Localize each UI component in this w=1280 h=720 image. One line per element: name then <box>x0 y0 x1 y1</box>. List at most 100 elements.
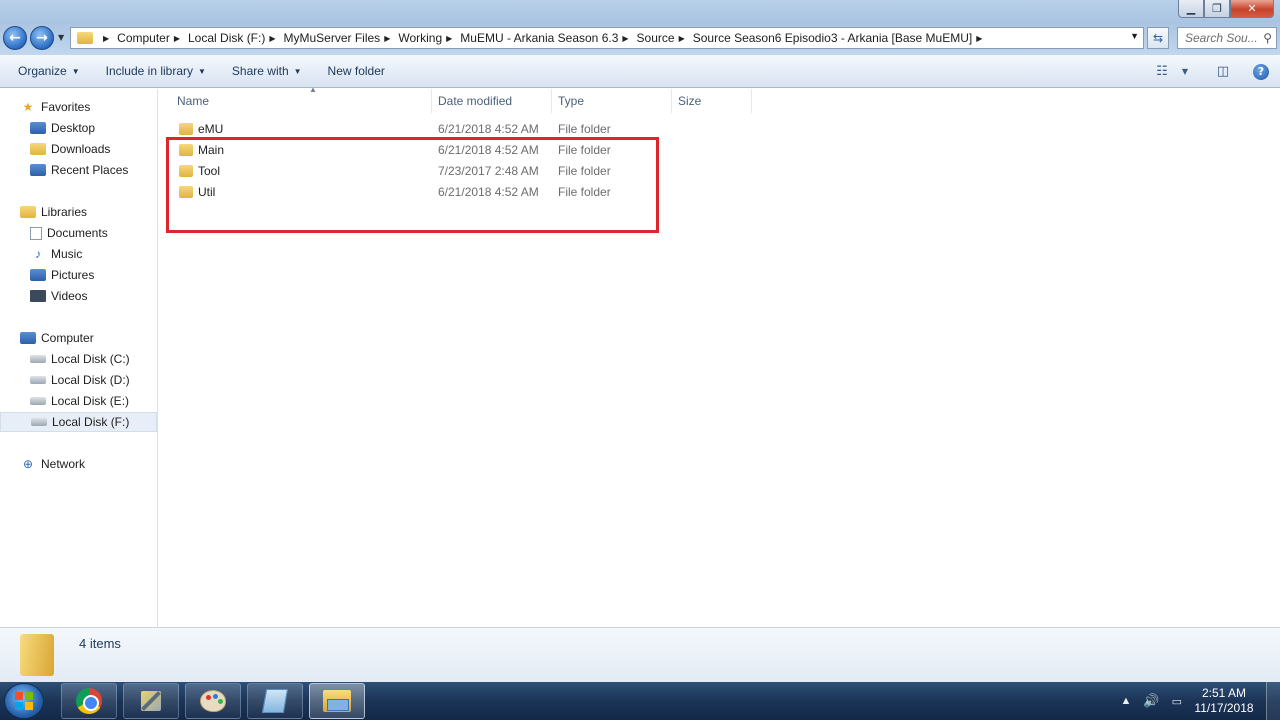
file-name: eMU <box>198 122 224 136</box>
taskbar-chrome[interactable] <box>61 683 117 719</box>
windows-logo-icon <box>15 692 33 710</box>
nav-documents-label: Documents <box>47 226 108 240</box>
paint-palette-icon <box>200 690 226 712</box>
taskbar-tool-app[interactable] <box>123 683 179 719</box>
new-folder-label: New folder <box>327 64 385 78</box>
preview-pane-icon[interactable]: ◫ <box>1213 64 1233 80</box>
drive-icon <box>30 397 46 405</box>
nav-favorites[interactable]: ★ Favorites <box>0 97 157 117</box>
share-with-button[interactable]: Share with ▼ <box>232 64 302 78</box>
breadcrumb-source[interactable]: Source <box>637 31 675 45</box>
view-dropdown-icon[interactable]: ▼ <box>1175 64 1195 80</box>
notepad-icon <box>261 689 289 713</box>
documents-icon <box>30 226 42 240</box>
breadcrumb-chevron-icon[interactable]: ▶ <box>446 34 452 43</box>
file-list: Name ▲ Date modified Type Size eMU 6/21/2… <box>159 85 1280 627</box>
maximize-button[interactable]: ❐ <box>1204 0 1230 18</box>
forward-button[interactable]: → <box>30 26 54 50</box>
nav-recent-places[interactable]: Recent Places <box>0 160 157 180</box>
show-desktop-button[interactable] <box>1266 682 1280 720</box>
volume-icon[interactable]: 🔊 <box>1143 693 1159 709</box>
desktop-icon <box>30 122 46 134</box>
arrow-left-icon: ← <box>9 30 21 46</box>
start-button[interactable] <box>4 683 44 719</box>
help-icon: ? <box>1253 63 1269 80</box>
arrow-right-icon: → <box>36 30 48 46</box>
refresh-button[interactable]: ⇆ <box>1147 27 1169 49</box>
nav-documents[interactable]: Documents <box>0 223 157 243</box>
include-in-library-button[interactable]: Include in library ▼ <box>106 64 206 78</box>
breadcrumb-chevron-icon[interactable]: ▶ <box>679 34 685 43</box>
recent-pages-dropdown-icon[interactable]: ▼ <box>58 33 64 42</box>
column-header-type[interactable]: Type <box>552 89 672 113</box>
libraries-icon <box>20 206 36 218</box>
nav-computer[interactable]: Computer <box>0 328 157 348</box>
folder-icon <box>179 123 193 135</box>
nav-local-disk-f-label: Local Disk (F:) <box>52 415 130 429</box>
nav-network-label: Network <box>41 457 86 471</box>
help-button[interactable]: ? <box>1251 63 1271 80</box>
breadcrumb-chevron-icon[interactable]: ▶ <box>103 34 109 43</box>
toolbar-right-group: ☷ ▼ ◫ ? <box>1143 55 1280 88</box>
column-header-name[interactable]: Name ▲ <box>171 85 432 113</box>
nav-pictures[interactable]: Pictures <box>0 265 157 285</box>
command-bar: Organize ▼ Include in library ▼ Share with… <box>0 55 1280 88</box>
breadcrumb-mymuserver-files[interactable]: MyMuServer Files <box>284 31 381 45</box>
chevron-down-icon: ▼ <box>293 66 302 76</box>
organize-button[interactable]: Organize ▼ <box>18 64 80 78</box>
new-folder-button[interactable]: New folder <box>328 64 385 78</box>
breadcrumb-muemu-arkania[interactable]: MuEMU - Arkania Season 6.3 <box>460 31 618 45</box>
nav-music[interactable]: ♪ Music <box>0 244 157 264</box>
navigation-pane: ★ Favorites Desktop Downloads Recent Plac… <box>0 89 158 627</box>
breadcrumb-local-disk-f[interactable]: Local Disk (F:) <box>188 31 265 45</box>
minimize-button[interactable]: ▁ <box>1178 0 1204 18</box>
nav-local-disk-c[interactable]: Local Disk (C:) <box>0 349 157 369</box>
file-type: File folder <box>558 122 611 136</box>
search-icon[interactable]: ⚲ <box>1263 31 1272 45</box>
network-status-icon[interactable]: ▭ <box>1172 695 1182 708</box>
taskbar-notepad[interactable] <box>247 683 303 719</box>
nav-libraries-label: Libraries <box>41 205 88 219</box>
breadcrumb-chevron-icon[interactable]: ▶ <box>384 34 390 43</box>
computer-icon <box>20 332 36 344</box>
view-options-icon[interactable]: ☷ <box>1152 64 1172 80</box>
breadcrumb-computer[interactable]: Computer <box>117 31 170 45</box>
column-header-date-modified[interactable]: Date modified <box>432 89 552 113</box>
column-header-size[interactable]: Size <box>672 89 752 113</box>
close-button[interactable]: ✕ <box>1230 0 1274 18</box>
pictures-icon <box>30 269 46 281</box>
share-with-label: Share with <box>231 64 289 78</box>
nav-network[interactable]: ⊕ Network <box>0 454 157 474</box>
taskbar-explorer[interactable] <box>309 683 365 719</box>
nav-local-disk-e[interactable]: Local Disk (E:) <box>0 391 157 411</box>
nav-computer-label: Computer <box>41 331 94 345</box>
breadcrumb-chevron-icon[interactable]: ▶ <box>622 34 628 43</box>
nav-local-disk-c-label: Local Disk (C:) <box>51 352 130 366</box>
show-hidden-icons-icon[interactable]: ▲ <box>1121 695 1132 707</box>
nav-downloads[interactable]: Downloads <box>0 139 157 159</box>
search-input[interactable]: Search Sou... ⚲ <box>1177 27 1277 49</box>
include-in-library-label: Include in library <box>105 64 193 78</box>
breadcrumb-chevron-icon[interactable]: ▶ <box>976 34 982 43</box>
nav-libraries[interactable]: Libraries <box>0 202 157 222</box>
taskbar-paint[interactable] <box>185 683 241 719</box>
column-date-label: Date modified <box>438 94 513 108</box>
highlight-annotation-box <box>166 137 659 233</box>
breadcrumb-working[interactable]: Working <box>398 31 442 45</box>
breadcrumb-source-season6[interactable]: Source Season6 Episodio3 - Arkania [Base… <box>693 31 972 45</box>
nav-videos[interactable]: Videos <box>0 286 157 306</box>
nav-local-disk-d[interactable]: Local Disk (D:) <box>0 370 157 390</box>
back-button[interactable]: ← <box>3 26 27 50</box>
address-bar[interactable]: ▶ Computer ▶ Local Disk (F:) ▶ MyMuServe… <box>70 27 1144 49</box>
nav-recent-places-label: Recent Places <box>51 163 129 177</box>
nav-local-disk-f[interactable]: Local Disk (F:) <box>0 412 157 432</box>
address-dropdown-icon[interactable]: ▼ <box>1130 31 1139 41</box>
clock-date: 11/17/2018 <box>1194 701 1254 715</box>
nav-desktop[interactable]: Desktop <box>0 118 157 138</box>
organize-label: Organize <box>18 64 67 78</box>
nav-local-disk-d-label: Local Disk (D:) <box>51 373 130 387</box>
breadcrumb-chevron-icon[interactable]: ▶ <box>269 34 275 43</box>
clock[interactable]: 2:51 AM 11/17/2018 <box>1188 686 1260 716</box>
chrome-icon <box>76 688 102 714</box>
breadcrumb-chevron-icon[interactable]: ▶ <box>174 34 180 43</box>
